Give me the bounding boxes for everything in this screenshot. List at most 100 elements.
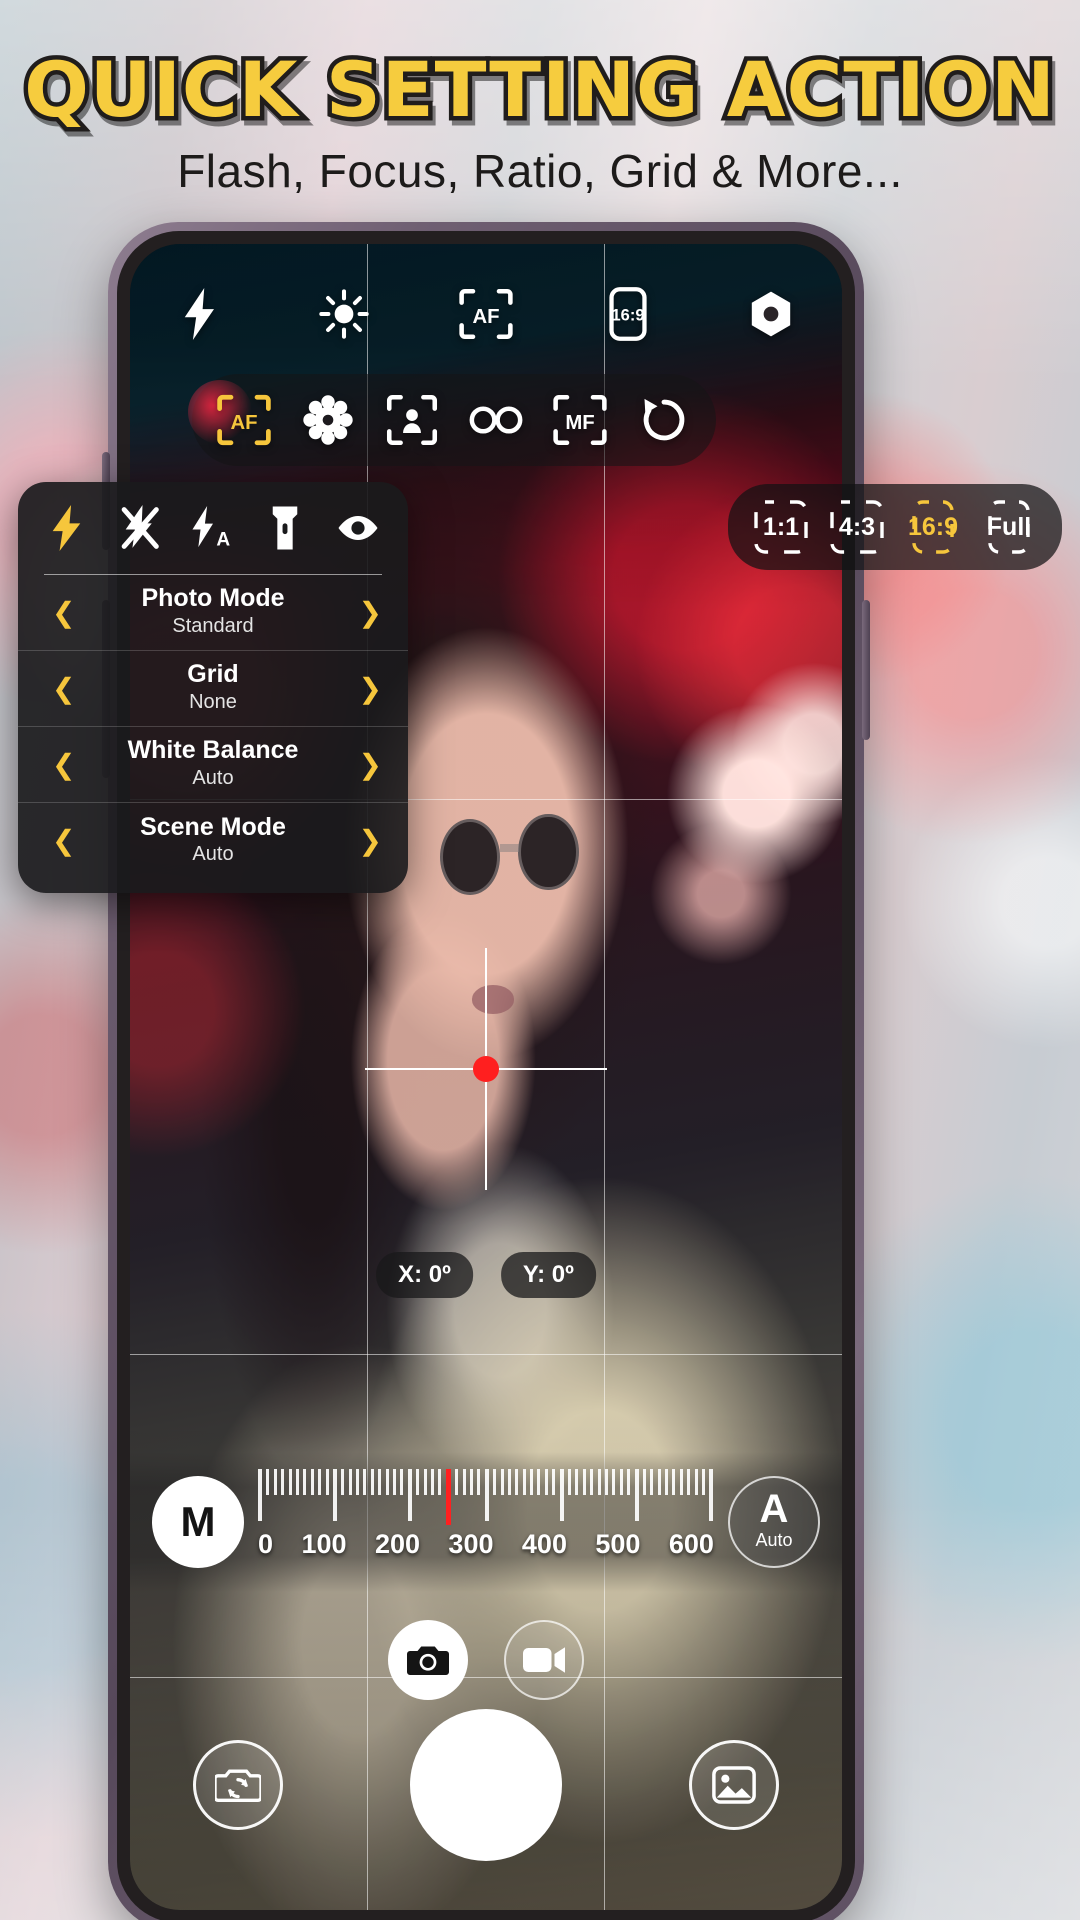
iso-tick-minor [477, 1469, 481, 1495]
autofocus-icon[interactable]: AF [447, 275, 525, 353]
iso-tick-minor [642, 1469, 646, 1495]
mf-icon[interactable]: MF [542, 382, 618, 458]
iso-tick-minor [544, 1469, 548, 1495]
video-icon[interactable] [504, 1620, 584, 1700]
page-subtitle: Flash, Focus, Ratio, Grid & More... [177, 145, 903, 197]
iso-tick-minor [295, 1469, 299, 1495]
iso-tick-minor [385, 1469, 389, 1495]
iso-tick-minor [522, 1469, 526, 1495]
switch-camera-icon[interactable] [193, 1740, 284, 1830]
shutter-button[interactable] [409, 1709, 562, 1861]
setting-prev-arrow[interactable]: ❮ [52, 750, 75, 779]
iso-tick-label: 100 [301, 1529, 347, 1559]
iso-tick-minor [393, 1469, 397, 1495]
setting-row[interactable]: ❮ Grid None ❯ [18, 651, 408, 727]
iso-tick-minor [604, 1469, 608, 1495]
flash-mode-row: A [18, 482, 408, 574]
iso-tick-major [407, 1469, 412, 1521]
iso-tick-minor [493, 1469, 497, 1495]
setting-next-arrow[interactable]: ❯ [359, 750, 382, 779]
flash-on-icon[interactable] [40, 500, 96, 556]
flash-auto-icon[interactable]: A [185, 500, 241, 556]
setting-value: None [189, 690, 237, 713]
setting-prev-arrow[interactable]: ❮ [52, 674, 75, 703]
iso-ruler[interactable]: 0 100 200 300 400 500 600 [258, 1463, 714, 1581]
af-icon[interactable]: AF [206, 382, 282, 458]
aspect-ratio-icon[interactable]: 16:9 [589, 275, 667, 353]
page-title: QUICK SETTING ACTION [20, 45, 1059, 134]
brightness-icon[interactable] [305, 275, 383, 353]
iso-tick-minor [530, 1469, 534, 1495]
torch-icon[interactable] [257, 500, 313, 556]
infinity-focus-icon[interactable] [458, 382, 534, 458]
ratio-option-16-9[interactable]: 16:9 [902, 496, 964, 558]
iso-tick-minor [438, 1469, 442, 1495]
iso-tick-minor [687, 1469, 691, 1495]
iso-tick-minor [348, 1469, 352, 1495]
iso-tick-minor [702, 1469, 706, 1495]
iso-tick-minor [597, 1469, 601, 1495]
iso-tick-minor [445, 1469, 451, 1525]
svg-text:MF: MF [565, 412, 594, 434]
iso-tick-minor [537, 1469, 541, 1495]
iso-tick-label: 200 [374, 1529, 420, 1559]
iso-tick-minor [500, 1469, 504, 1495]
iso-tick-minor [462, 1469, 466, 1495]
ratio-option-label: 16:9 [907, 512, 959, 541]
iso-tick-minor [619, 1469, 623, 1495]
iso-slider[interactable]: M 0 100 200 300 400 500 600 A Auto [130, 1452, 842, 1592]
setting-next-arrow[interactable]: ❯ [359, 827, 382, 855]
reset-icon[interactable] [626, 382, 702, 458]
iso-tick-minor [575, 1469, 579, 1495]
setting-next-arrow[interactable]: ❯ [359, 674, 382, 703]
setting-prev-arrow[interactable]: ❮ [52, 598, 75, 627]
iso-tick-minor [469, 1469, 473, 1495]
iso-tick-major [332, 1469, 337, 1521]
flash-off-icon[interactable] [113, 500, 169, 556]
setting-next-arrow[interactable]: ❯ [359, 598, 382, 627]
auto-mode-sublabel: Auto [755, 1530, 793, 1551]
ratio-option-1-1[interactable]: 1:1 [750, 496, 812, 558]
focus-reticle[interactable] [365, 947, 607, 1190]
ratio-option-label: 4:3 [838, 512, 876, 541]
manual-mode-button[interactable]: M [152, 1476, 244, 1568]
ratio-option-full[interactable]: Full [978, 496, 1040, 558]
iso-tick-minor [590, 1469, 594, 1495]
setting-prev-arrow[interactable]: ❮ [52, 827, 75, 855]
auto-mode-button[interactable]: A Auto [728, 1476, 820, 1568]
shutter-row [130, 1700, 842, 1870]
setting-name: Scene Mode [140, 812, 286, 841]
setting-row[interactable]: ❮ White Balance Auto ❯ [18, 727, 408, 803]
ratio-option-4-3[interactable]: 4:3 [826, 496, 888, 558]
setting-row[interactable]: ❮ Scene Mode Auto ❯ [18, 803, 408, 879]
setting-value: Standard [172, 614, 254, 637]
ratio-option-label: 1:1 [762, 512, 800, 541]
iso-tick-minor [288, 1469, 292, 1495]
setting-name: White Balance [127, 736, 299, 765]
gallery-icon[interactable] [688, 1740, 779, 1830]
grid-line-horizontal-2 [130, 1353, 842, 1355]
camera-icon[interactable] [388, 1620, 468, 1700]
iso-tick-minor [400, 1469, 404, 1495]
iso-tick-minor [568, 1469, 572, 1495]
iso-tick-minor [416, 1469, 420, 1495]
red-eye-icon[interactable] [330, 500, 386, 556]
flash-icon[interactable] [162, 275, 240, 353]
iso-tick-label: 300 [448, 1529, 494, 1559]
setting-row[interactable]: ❮ Photo Mode Standard ❯ [18, 575, 408, 651]
iso-tick-minor [310, 1469, 314, 1495]
iso-tick-minor [694, 1469, 698, 1495]
iso-tick-minor [552, 1469, 556, 1495]
svg-text:AF: AF [472, 306, 499, 328]
aperture-icon[interactable] [732, 275, 810, 353]
iso-tick-label: 400 [521, 1529, 567, 1559]
iso-tick-minor [266, 1469, 270, 1495]
face-focus-icon[interactable] [374, 382, 450, 458]
setting-name: Photo Mode [141, 584, 285, 613]
ratio-option-label: Full [986, 512, 1032, 541]
iso-tick-minor [378, 1469, 382, 1495]
iso-tick-major [258, 1469, 262, 1521]
level-readout: X: 0º Y: 0º [376, 1251, 596, 1298]
settings-gear-icon[interactable] [290, 382, 366, 458]
iso-tick-minor [612, 1469, 616, 1495]
